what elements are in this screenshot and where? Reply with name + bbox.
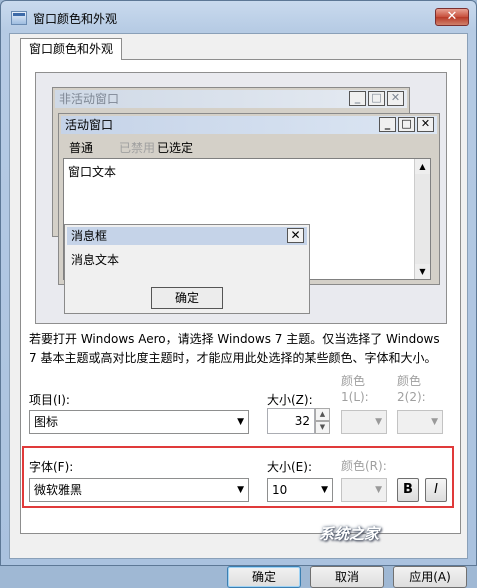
stepper-down-icon[interactable]: ▼ <box>315 421 330 434</box>
inactive-window-title-bar: 非活动窗口 _ □ ✕ <box>55 90 407 108</box>
menu-item-normal[interactable]: 普通 <box>69 139 93 156</box>
message-text: 消息文本 <box>71 253 120 267</box>
message-box-title-bar: 消息框 ✕ <box>67 227 307 245</box>
item-color1-label: 颜色 1(L): <box>341 374 369 404</box>
inactive-window-title: 非活动窗口 <box>59 92 120 106</box>
maximize-icon: □ <box>368 91 385 106</box>
site-watermark: 系统之家 <box>319 525 380 543</box>
active-window-title: 活动窗口 <box>65 118 114 132</box>
preview-menu-bar: 普通 已禁用 已选定 <box>61 136 437 156</box>
chevron-down-icon: ▼ <box>431 417 438 427</box>
item-color2-picker[interactable]: ▼ <box>397 410 443 434</box>
message-box-ok-button[interactable]: 确定 <box>151 287 223 309</box>
tab-window-color-appearance[interactable]: 窗口颜色和外观 <box>20 38 123 60</box>
active-window-title-bar: 活动窗口 _ □ ✕ <box>61 116 437 134</box>
chevron-down-icon: ▼ <box>375 417 382 427</box>
vertical-scrollbar[interactable]: ▲ ▼ <box>414 159 430 279</box>
menu-item-disabled[interactable]: 已禁用 <box>119 139 155 156</box>
minimize-icon: _ <box>379 117 396 132</box>
item-size-label: 大小(Z): <box>267 393 313 407</box>
item-size-input[interactable]: 32 <box>267 408 315 434</box>
item-select-value: 图标 <box>34 415 59 429</box>
window-title: 窗口颜色和外观 <box>33 12 118 26</box>
menu-item-selected[interactable]: 已选定 <box>157 139 193 156</box>
maximize-icon: □ <box>398 117 415 132</box>
message-box-title: 消息框 <box>71 229 108 243</box>
message-box-preview[interactable]: 消息框 ✕ 消息文本 确定 <box>64 224 310 314</box>
item-color2-label: 颜色 2(2): <box>397 374 426 404</box>
scroll-up-icon[interactable]: ▲ <box>415 159 430 174</box>
title-bar[interactable]: 窗口颜色和外观 ✕ <box>1 1 476 35</box>
item-size-stepper[interactable]: ▲ ▼ <box>315 408 330 434</box>
item-select[interactable]: 图标 ▼ <box>29 410 249 434</box>
stepper-up-icon[interactable]: ▲ <box>315 408 330 421</box>
minimize-icon: _ <box>349 91 366 106</box>
dialog-window: 窗口颜色和外观 ✕ 窗口颜色和外观 非活动窗口 _ □ ✕ 活动窗口 _ □ ✕… <box>0 0 477 588</box>
window-app-icon <box>11 11 27 25</box>
close-button[interactable]: ✕ <box>435 8 469 26</box>
active-caption-buttons: _ □ ✕ <box>379 117 434 132</box>
cancel-button[interactable]: 取消 <box>310 566 384 588</box>
aero-description: 若要打开 Windows Aero，请选择 Windows 7 主题。仅当选择了… <box>29 332 440 365</box>
inactive-caption-buttons: _ □ ✕ <box>349 91 404 106</box>
close-icon: ✕ <box>387 91 404 106</box>
ok-button[interactable]: 确定 <box>227 566 301 588</box>
scroll-down-icon[interactable]: ▼ <box>415 264 430 279</box>
item-label: 项目(I): <box>29 393 70 407</box>
appearance-preview[interactable]: 非活动窗口 _ □ ✕ 活动窗口 _ □ ✕ 普通 已禁用 已选定 窗口文本 ▲… <box>35 72 447 324</box>
font-section-highlight <box>22 446 454 508</box>
item-color1-picker[interactable]: ▼ <box>341 410 387 434</box>
close-icon: ✕ <box>287 228 304 243</box>
close-icon: ✕ <box>417 117 434 132</box>
apply-button[interactable]: 应用(A) <box>393 566 467 588</box>
window-text: 窗口文本 <box>68 165 117 179</box>
chevron-down-icon: ▼ <box>237 417 244 427</box>
